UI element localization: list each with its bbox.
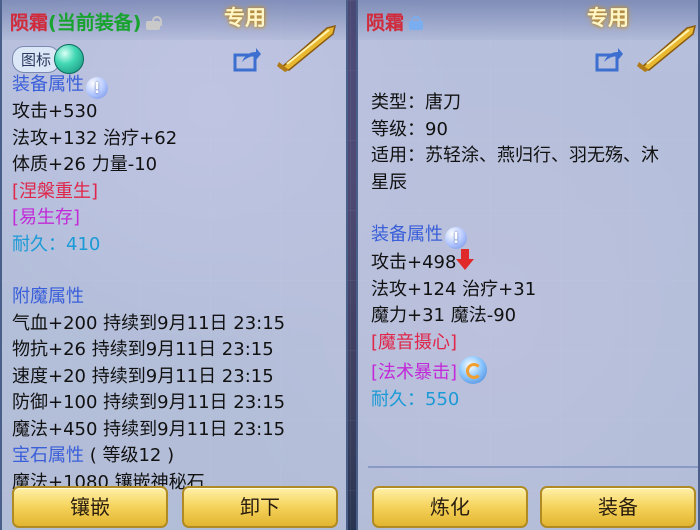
- enchant-line: 物抗+26 持续到9月11日 23:15: [12, 339, 274, 360]
- orb-icon[interactable]: [54, 44, 85, 74]
- stat-line: 攻击+530: [12, 101, 98, 122]
- enchant-line: 气血+200 持续到9月11日 23:15: [12, 312, 286, 334]
- durability: 耐久：410: [12, 233, 101, 255]
- special-skill: [易生存]: [12, 207, 81, 228]
- applicable-line: 星辰: [371, 171, 407, 193]
- stat-line: 体质+26 力量-10: [12, 154, 158, 175]
- enchant-line: 防御+100 持续到9月11日 23:15: [12, 392, 286, 413]
- level-line: 等级：90: [371, 118, 448, 140]
- attributes: 装备属性! 攻击+530 法攻+132 治疗+62 体质+26 力量-10 [涅…: [12, 72, 342, 496]
- durability: 耐久：550: [371, 388, 460, 410]
- divider: [368, 466, 698, 468]
- icon-toggle[interactable]: 图标: [12, 44, 85, 74]
- refine-button[interactable]: 炼化: [372, 486, 528, 528]
- exclusive-label: 专用: [224, 6, 266, 30]
- unlock-icon[interactable]: [145, 16, 163, 30]
- stat-line: 魔力+31 魔法-90: [371, 305, 517, 326]
- weapon-icon: [637, 24, 697, 72]
- info-icon[interactable]: !: [445, 227, 467, 249]
- applicable-line: 适用：苏轻涂、燕归行、羽无殇、沐: [371, 145, 659, 166]
- item-name: 陨霜: [10, 12, 49, 34]
- lock-icon[interactable]: [408, 16, 424, 30]
- icon-badge[interactable]: 图标: [12, 45, 61, 73]
- equip-button[interactable]: 装备: [540, 486, 696, 528]
- enchant-line: 魔法+450 持续到9月11日 23:15: [12, 418, 286, 440]
- compare-equipment-panel: 陨霜 专用 类型：唐刀 等级：90 适用：苏轻涂、燕归行、羽无殇、沐 星辰 装备…: [356, 0, 700, 530]
- inlay-button[interactable]: 镶嵌: [12, 486, 168, 528]
- gem-level: ( 等级12 ): [89, 445, 175, 466]
- weapon-icon: [277, 24, 337, 72]
- current-equipment-panel: 陨霜(当前装备) 专用 图标 装备属性! 攻击+530 法攻+132 治疗+62…: [0, 0, 348, 530]
- equip-attr-heading: 装备属性!: [371, 222, 696, 249]
- unequip-button[interactable]: 卸下: [182, 486, 338, 528]
- info-icon[interactable]: !: [86, 77, 108, 99]
- stat-line: 法攻+124 治疗+31: [371, 278, 537, 300]
- down-arrow-icon: [456, 249, 475, 271]
- enchant-line: 速度+20 持续到9月11日 23:15: [12, 365, 274, 387]
- attributes: 类型：唐刀 等级：90 适用：苏轻涂、燕归行、羽无殇、沐 星辰 装备属性! 攻击…: [371, 90, 696, 413]
- share-icon[interactable]: [232, 46, 262, 72]
- exclusive-label: 专用: [587, 6, 629, 30]
- current-equip-suffix: (当前装备): [48, 12, 142, 34]
- equip-attr-heading: 装备属性!: [12, 72, 342, 99]
- special-skill: [魔音摄心]: [371, 331, 458, 353]
- refresh-icon[interactable]: [459, 356, 488, 384]
- item-name: 陨霜: [366, 12, 405, 34]
- special-skill: [涅槃重生]: [12, 180, 99, 202]
- item-title: 陨霜(当前装备): [10, 8, 163, 35]
- stat-line: 攻击+498: [371, 249, 696, 277]
- item-title: 陨霜: [366, 8, 424, 35]
- enchant-heading: 附魔属性: [12, 286, 84, 307]
- gem-heading: 宝石属性 ( 等级12 ): [12, 445, 175, 466]
- stat-line: 法攻+132 治疗+62: [12, 127, 178, 149]
- special-skill-row: [法术暴击]: [371, 356, 696, 387]
- type-line: 类型：唐刀: [371, 92, 461, 113]
- share-icon[interactable]: [594, 46, 624, 72]
